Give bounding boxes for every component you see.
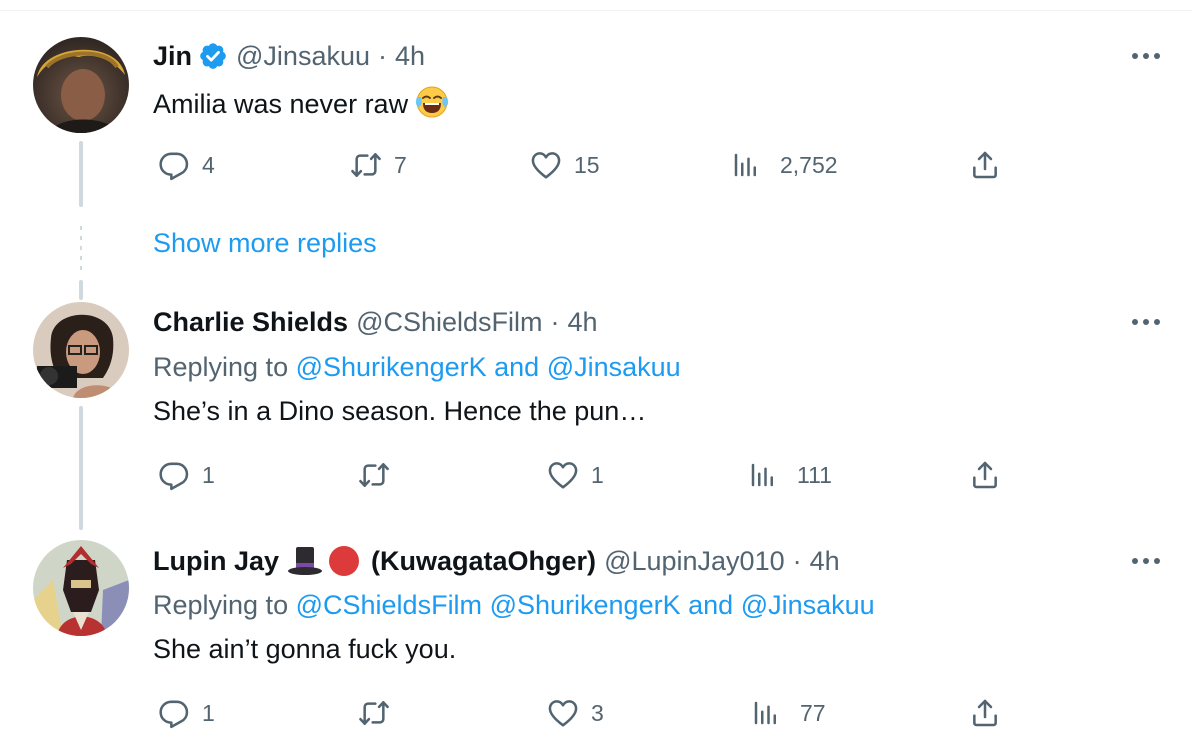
timestamp[interactable]: 4h <box>395 39 425 73</box>
reply-icon <box>154 145 194 185</box>
replying-to: Replying to @ShurikengerK and @Jinsakuu <box>153 350 681 384</box>
thread-dotted-line <box>80 226 82 272</box>
reply-count: 1 <box>202 699 215 726</box>
view-count: 77 <box>800 699 826 726</box>
reply-button[interactable]: 1 <box>154 455 215 495</box>
reply-button[interactable]: 4 <box>154 145 215 185</box>
verified-badge-icon <box>198 41 228 71</box>
reply-count: 1 <box>202 461 215 488</box>
reply-icon <box>154 693 194 733</box>
replying-to: Replying to @CShieldsFilm @ShurikengerK … <box>153 588 875 622</box>
like-button[interactable]: 3 <box>543 693 604 733</box>
retweet-icon <box>354 455 394 495</box>
tweet-text: Amilia was never raw <box>153 84 450 128</box>
views-button[interactable]: 77 <box>746 693 826 733</box>
mention-link[interactable]: @ShurikengerK <box>490 590 681 620</box>
tweet-header: Jin @Jinsakuu · 4h <box>153 39 425 73</box>
share-icon <box>965 145 1005 185</box>
separator-dot: · <box>550 307 560 337</box>
handle[interactable]: @Jinsakuu <box>236 39 370 73</box>
tweet-text: She ain’t gonna fuck you. <box>153 634 457 664</box>
thread-line <box>79 280 83 300</box>
retweet-count: 7 <box>394 151 407 178</box>
top-hat-icon <box>287 545 323 577</box>
views-button[interactable]: 111 <box>743 455 832 495</box>
red-circle-icon <box>327 544 361 578</box>
top-divider <box>0 10 1192 11</box>
like-button[interactable]: 1 <box>543 455 604 495</box>
heart-icon <box>543 693 583 733</box>
tweet-text-body: Amilia was never raw <box>153 89 409 120</box>
views-chart-icon <box>726 145 766 185</box>
display-name-suffix[interactable]: (KuwagataOhger) <box>371 544 596 578</box>
share-button[interactable] <box>965 145 1005 185</box>
avatar[interactable] <box>33 540 129 636</box>
mention-link[interactable]: @CShieldsFilm <box>296 590 482 620</box>
retweet-button[interactable]: 7 <box>346 145 407 185</box>
tweet-text: She’s in a Dino season. Hence the pun… <box>153 396 647 426</box>
handle[interactable]: @CShieldsFilm <box>356 305 542 339</box>
and-text: and <box>688 590 734 620</box>
like-count: 15 <box>574 151 600 178</box>
share-icon <box>965 455 1005 495</box>
show-more-replies-link[interactable]: Show more replies <box>153 226 377 260</box>
replying-to-label: Replying to <box>153 590 289 620</box>
tweet-header: Charlie Shields @CShieldsFilm · 4h <box>153 305 598 339</box>
replying-to-label: Replying to <box>153 352 289 382</box>
retweet-button[interactable] <box>354 693 402 733</box>
and-text: and <box>494 352 540 382</box>
display-name[interactable]: Jin <box>153 39 192 73</box>
like-count: 1 <box>591 461 604 488</box>
more-options-icon[interactable] <box>1126 307 1166 337</box>
heart-icon <box>543 455 583 495</box>
reply-count: 4 <box>202 151 215 178</box>
avatar[interactable] <box>33 302 129 398</box>
separator-dot: · <box>378 41 387 71</box>
views-chart-icon <box>746 693 786 733</box>
mention-link[interactable]: @ShurikengerK <box>296 352 487 382</box>
reply-icon <box>154 455 194 495</box>
avatar[interactable] <box>33 37 129 133</box>
retweet-button[interactable] <box>354 455 402 495</box>
heart-icon <box>526 145 566 185</box>
reply-button[interactable]: 1 <box>154 693 215 733</box>
handle[interactable]: @LupinJay010 <box>604 544 785 578</box>
view-count: 2,752 <box>780 151 838 178</box>
timestamp[interactable]: 4h <box>568 305 598 339</box>
more-options-icon[interactable] <box>1126 546 1166 576</box>
display-name[interactable]: Lupin Jay <box>153 544 279 578</box>
mention-link[interactable]: @Jinsakuu <box>741 590 875 620</box>
like-button[interactable]: 15 <box>526 145 600 185</box>
tweet-header: Lupin Jay (KuwagataOhger) @LupinJay010 ·… <box>153 544 840 578</box>
separator-dot: · <box>792 546 802 576</box>
views-button[interactable]: 2,752 <box>726 145 838 185</box>
view-count: 111 <box>797 461 832 488</box>
views-chart-icon <box>743 455 783 495</box>
share-button[interactable] <box>965 693 1005 733</box>
thread-line <box>79 406 83 530</box>
timestamp[interactable]: 4h <box>810 544 840 578</box>
display-name[interactable]: Charlie Shields <box>153 305 348 339</box>
share-button[interactable] <box>965 455 1005 495</box>
mention-link[interactable]: @Jinsakuu <box>547 352 681 382</box>
more-options-icon[interactable] <box>1126 41 1166 71</box>
thread-line <box>79 141 83 207</box>
share-icon <box>965 693 1005 733</box>
like-count: 3 <box>591 699 604 726</box>
face-with-tears-of-joy-icon <box>414 84 450 128</box>
retweet-icon <box>354 693 394 733</box>
retweet-icon <box>346 145 386 185</box>
